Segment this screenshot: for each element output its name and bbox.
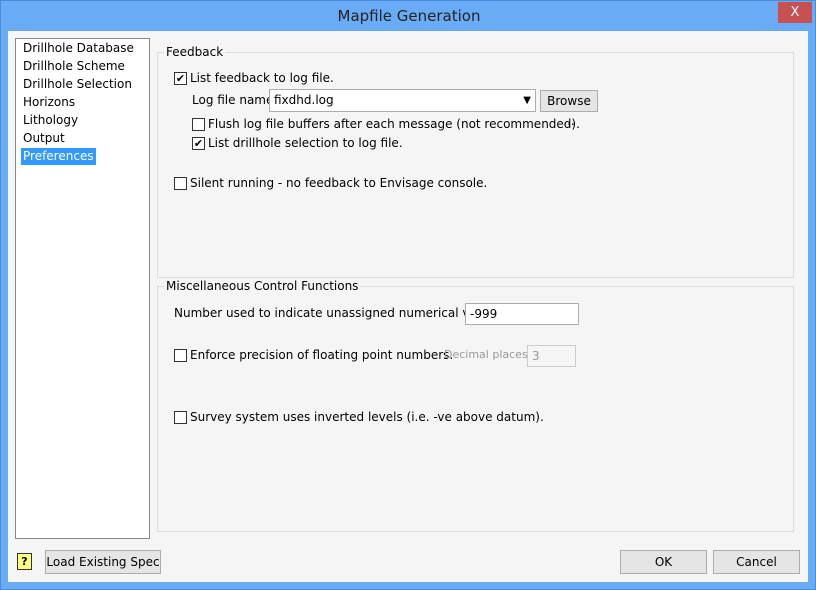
silent-checkbox[interactable]: [174, 177, 187, 190]
nav-item-drillhole-database[interactable]: Drillhole Database: [21, 40, 136, 57]
unassigned-label: Number used to indicate unassigned numer…: [174, 306, 502, 320]
load-existing-spec-button[interactable]: Load Existing Spec: [45, 550, 161, 574]
misc-legend: Miscellaneous Control Functions: [164, 279, 361, 293]
unassigned-input[interactable]: -999: [465, 303, 579, 325]
nav-item-horizons[interactable]: Horizons: [21, 94, 77, 111]
help-icon[interactable]: ?: [17, 553, 32, 570]
close-button[interactable]: X: [778, 2, 812, 23]
inverted-label: Survey system uses inverted levels (i.e.…: [190, 410, 544, 424]
feedback-legend: Feedback: [164, 45, 226, 59]
flush-checkbox[interactable]: [192, 118, 205, 131]
inverted-checkbox[interactable]: [174, 411, 187, 424]
precision-checkbox[interactable]: [174, 349, 187, 362]
nav-item-drillhole-selection[interactable]: Drillhole Selection: [21, 76, 134, 93]
silent-label: Silent running - no feedback to Envisage…: [190, 176, 488, 190]
list-selection-label: List drillhole selection to log file.: [208, 136, 403, 150]
log-file-value: fixdhd.log: [274, 93, 334, 107]
list-feedback-checkbox[interactable]: ✔: [174, 72, 187, 85]
browse-button[interactable]: Browse ...: [540, 90, 598, 128]
feedback-group: [157, 52, 794, 278]
nav-item-output[interactable]: Output: [21, 130, 67, 147]
nav-item-lithology[interactable]: Lithology: [21, 112, 80, 129]
log-file-label: Log file name: [192, 93, 274, 107]
log-file-combobox[interactable]: fixdhd.log ▼: [269, 89, 536, 112]
precision-label: Enforce precision of floating point numb…: [190, 348, 454, 362]
window-title: Mapfile Generation: [337, 7, 481, 25]
nav-list: Drillhole Database Drillhole Scheme Dril…: [15, 38, 150, 539]
cancel-button[interactable]: Cancel: [713, 550, 800, 574]
ok-button[interactable]: OK: [620, 550, 707, 574]
decimal-places-label: Decimal places: [444, 348, 528, 361]
nav-item-preferences[interactable]: Preferences: [21, 148, 96, 165]
list-feedback-label: List feedback to log file.: [190, 71, 334, 85]
list-selection-checkbox[interactable]: ✔: [192, 137, 205, 150]
nav-item-drillhole-scheme[interactable]: Drillhole Scheme: [21, 58, 127, 75]
chevron-down-icon[interactable]: ▼: [523, 90, 531, 111]
flush-label: Flush log file buffers after each messag…: [208, 117, 580, 131]
decimal-places-input[interactable]: 3: [527, 345, 576, 367]
